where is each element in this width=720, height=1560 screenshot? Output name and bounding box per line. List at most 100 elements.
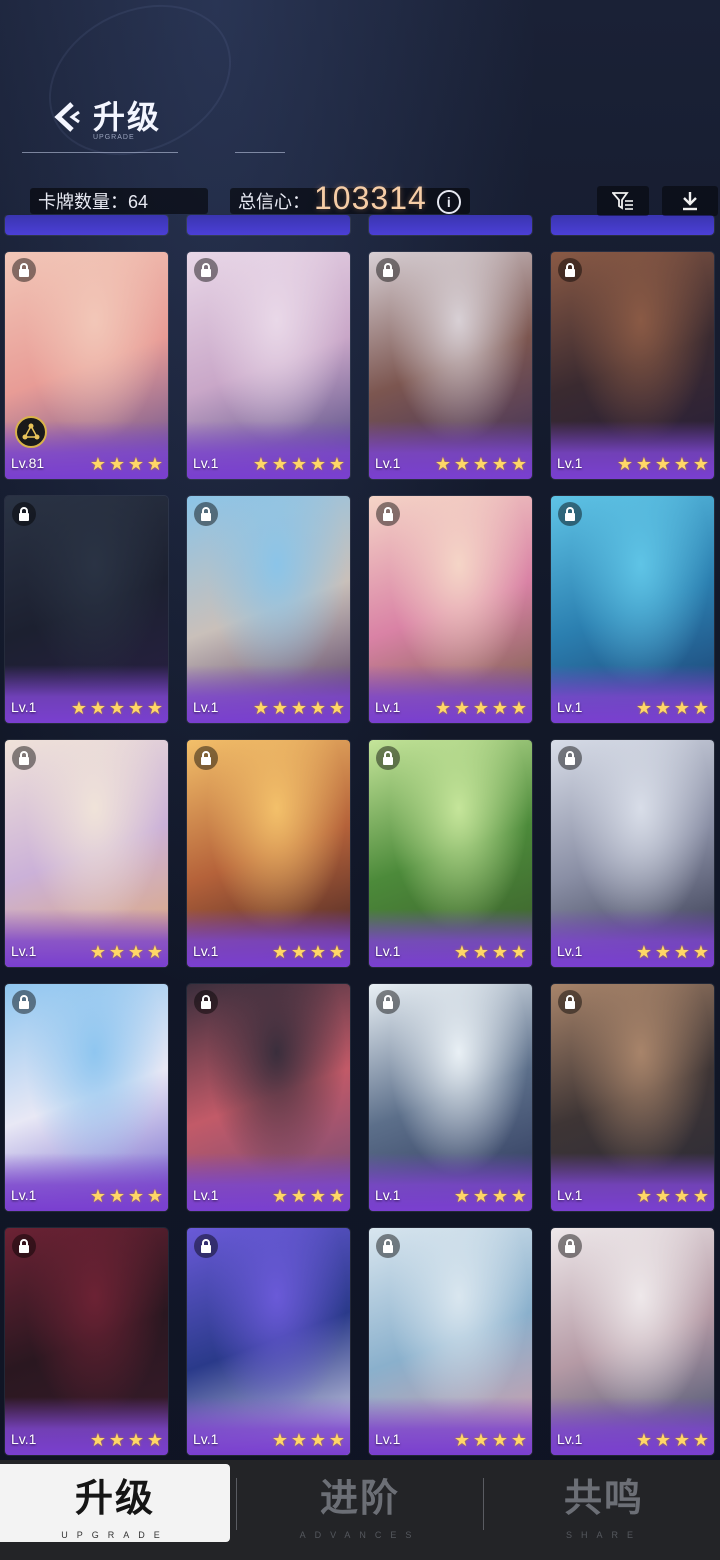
character-card[interactable]: Lv.1 ★ ★ ★ ★ <box>551 1228 714 1455</box>
character-card[interactable]: Lv.1 ★ ★ ★ ★ <box>369 1228 532 1455</box>
character-card[interactable]: Lv.1 ★ ★ ★ ★ ★ <box>187 252 350 479</box>
card-level: Lv.1 <box>193 699 219 715</box>
card-peek[interactable] <box>5 215 168 235</box>
character-card[interactable]: Lv.81 ★ ★ ★ ★ <box>5 252 168 479</box>
lock-icon[interactable] <box>194 746 218 770</box>
star-icon: ★ <box>328 1430 346 1450</box>
star-icon: ★ <box>146 942 164 962</box>
character-card[interactable]: Lv.1 ★ ★ ★ ★ <box>187 984 350 1211</box>
lock-icon[interactable] <box>558 1234 582 1258</box>
card-level: Lv.1 <box>11 943 37 959</box>
lock-icon[interactable] <box>194 258 218 282</box>
star-icon: ★ <box>89 454 107 474</box>
lock-icon[interactable] <box>194 1234 218 1258</box>
lock-icon[interactable] <box>376 258 400 282</box>
lock-icon[interactable] <box>12 1234 36 1258</box>
tab-share[interactable]: 共鸣 SHARE <box>488 1464 720 1542</box>
character-card[interactable]: Lv.1 ★ ★ ★ ★ <box>369 740 532 967</box>
back-arrow-icon <box>54 102 80 132</box>
lock-icon[interactable] <box>558 258 582 282</box>
character-card[interactable]: Lv.1 ★ ★ ★ ★ <box>5 740 168 967</box>
star-icon: ★ <box>510 454 528 474</box>
star-icon: ★ <box>654 698 672 718</box>
lock-icon[interactable] <box>12 502 36 526</box>
star-icon: ★ <box>328 942 346 962</box>
character-card[interactable]: Lv.1 ★ ★ ★ ★ ★ <box>369 496 532 723</box>
lock-icon[interactable] <box>558 990 582 1014</box>
star-rating: ★ ★ ★ ★ <box>271 1187 346 1205</box>
star-rating: ★ ★ ★ ★ ★ <box>434 455 528 473</box>
card-peek[interactable] <box>369 215 532 235</box>
total-trust-value: 103314 <box>314 179 427 216</box>
star-icon: ★ <box>692 942 710 962</box>
star-icon: ★ <box>271 454 289 474</box>
character-card[interactable]: Lv.1 ★ ★ ★ ★ <box>551 984 714 1211</box>
star-icon: ★ <box>434 454 452 474</box>
lock-icon[interactable] <box>558 746 582 770</box>
tab-label: 共鸣 <box>563 1477 644 1520</box>
star-icon: ★ <box>290 454 308 474</box>
character-card[interactable]: Lv.1 ★ ★ ★ ★ ★ <box>369 252 532 479</box>
star-icon: ★ <box>635 1186 653 1206</box>
lock-icon[interactable] <box>376 1234 400 1258</box>
star-icon: ★ <box>146 454 164 474</box>
star-icon: ★ <box>89 1430 107 1450</box>
character-card[interactable]: Lv.1 ★ ★ ★ ★ ★ <box>5 496 168 723</box>
lock-icon[interactable] <box>194 502 218 526</box>
star-icon: ★ <box>472 1430 490 1450</box>
star-icon: ★ <box>491 698 509 718</box>
character-card[interactable]: Lv.1 ★ ★ ★ ★ <box>5 984 168 1211</box>
download-button[interactable] <box>662 186 718 216</box>
character-card[interactable]: Lv.1 ★ ★ ★ ★ <box>369 984 532 1211</box>
back-button[interactable] <box>52 100 86 134</box>
lock-icon[interactable] <box>12 258 36 282</box>
star-rating: ★ ★ ★ ★ <box>453 1431 528 1449</box>
lock-icon[interactable] <box>12 990 36 1014</box>
card-level: Lv.1 <box>557 699 583 715</box>
tab-label: 升级 <box>74 1477 155 1520</box>
star-rating: ★ ★ ★ ★ <box>271 1431 346 1449</box>
card-peek[interactable] <box>551 215 714 235</box>
tab-advance[interactable]: 进阶 ADVANCES <box>240 1464 480 1542</box>
lock-icon[interactable] <box>194 990 218 1014</box>
star-icon: ★ <box>510 1186 528 1206</box>
star-icon: ★ <box>328 1186 346 1206</box>
star-icon: ★ <box>491 942 509 962</box>
star-icon: ★ <box>472 1186 490 1206</box>
character-card[interactable]: Lv.1 ★ ★ ★ ★ ★ <box>551 252 714 479</box>
star-icon: ★ <box>252 698 270 718</box>
star-icon: ★ <box>635 698 653 718</box>
lock-icon[interactable] <box>376 746 400 770</box>
card-level: Lv.1 <box>557 1431 583 1447</box>
lock-icon[interactable] <box>12 746 36 770</box>
star-icon: ★ <box>491 1430 509 1450</box>
character-card[interactable]: Lv.1 ★ ★ ★ ★ <box>551 496 714 723</box>
info-icon[interactable]: i <box>436 190 461 214</box>
star-icon: ★ <box>510 942 528 962</box>
star-icon: ★ <box>472 454 490 474</box>
star-icon: ★ <box>252 454 270 474</box>
page-title: 升级 <box>93 99 162 135</box>
card-level: Lv.1 <box>193 1187 219 1203</box>
card-level: Lv.1 <box>375 1187 401 1203</box>
lock-icon[interactable] <box>558 502 582 526</box>
tab-upgrade[interactable]: 升级 UPGRADE <box>0 1464 230 1542</box>
star-icon: ★ <box>616 454 634 474</box>
character-card[interactable]: Lv.1 ★ ★ ★ ★ <box>187 1228 350 1455</box>
star-rating: ★ ★ ★ ★ <box>89 1187 164 1205</box>
filter-icon <box>612 192 633 210</box>
star-icon: ★ <box>453 1186 471 1206</box>
character-card[interactable]: Lv.1 ★ ★ ★ ★ <box>5 1228 168 1455</box>
character-card[interactable]: Lv.1 ★ ★ ★ ★ <box>187 740 350 967</box>
card-level: Lv.1 <box>11 1187 37 1203</box>
star-icon: ★ <box>328 698 346 718</box>
star-icon: ★ <box>146 1430 164 1450</box>
character-card[interactable]: Lv.1 ★ ★ ★ ★ ★ <box>187 496 350 723</box>
filter-button[interactable] <box>597 186 649 216</box>
lock-icon[interactable] <box>376 502 400 526</box>
character-card[interactable]: Lv.1 ★ ★ ★ ★ <box>551 740 714 967</box>
card-peek[interactable] <box>187 215 350 235</box>
star-icon: ★ <box>70 698 88 718</box>
star-icon: ★ <box>673 454 691 474</box>
lock-icon[interactable] <box>376 990 400 1014</box>
